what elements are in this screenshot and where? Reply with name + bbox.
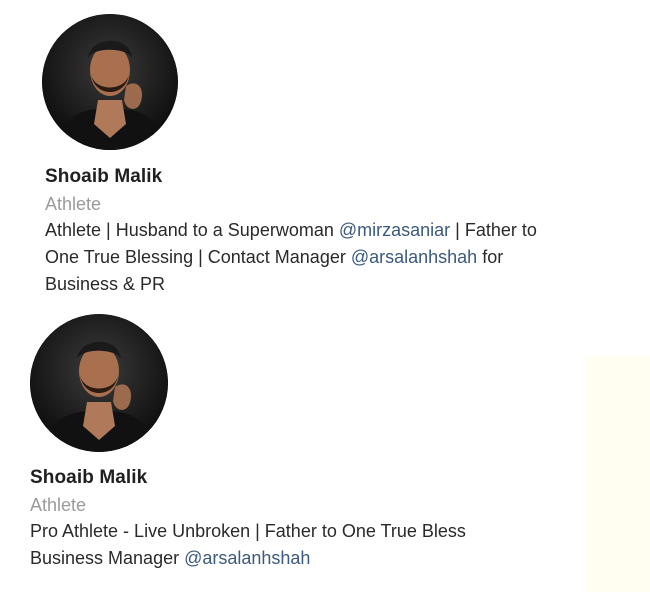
bio-line: Athlete | Husband to a Superwoman @mirza… xyxy=(45,217,537,244)
profile-bio: Pro Athlete - Live Unbroken | Father to … xyxy=(30,518,466,572)
bio-text: Athlete | Husband to a Superwoman xyxy=(45,220,339,240)
bio-line: Business Manager @arsalanhshah xyxy=(30,545,466,572)
profile-category: Athlete xyxy=(30,495,87,515)
mention-link[interactable]: @arsalanhshah xyxy=(351,247,477,267)
profile-card-2: Shoaib Malik Athlete Pro Athlete - Live … xyxy=(30,314,466,572)
bio-text: Business Manager xyxy=(30,548,185,568)
bio-line: Pro Athlete - Live Unbroken | Father to … xyxy=(30,521,466,541)
bio-line: Business & PR xyxy=(45,274,166,294)
profile-bio: Athlete | Husband to a Superwoman @mirza… xyxy=(45,217,537,298)
bio-text: One True Blessing | Contact Manager xyxy=(45,247,351,267)
profile-card-1: Shoaib Malik Athlete Athlete | Husband t… xyxy=(42,14,537,298)
mention-link[interactable]: @arsalanhshah xyxy=(184,548,310,568)
overlay-strip xyxy=(585,356,650,592)
profile-name[interactable]: Shoaib Malik xyxy=(45,166,537,188)
profile-name[interactable]: Shoaib Malik xyxy=(30,467,466,489)
avatar[interactable] xyxy=(30,314,168,452)
mention-link[interactable]: @mirzasaniar xyxy=(339,220,450,240)
screenshot-page: Shoaib Malik Athlete Athlete | Husband t… xyxy=(0,0,650,592)
bio-text: | Father to xyxy=(450,220,537,240)
bio-line: One True Blessing | Contact Manager @ars… xyxy=(45,244,537,271)
profile-category: Athlete xyxy=(45,194,102,214)
avatar[interactable] xyxy=(42,14,178,150)
bio-text: for xyxy=(477,247,504,267)
